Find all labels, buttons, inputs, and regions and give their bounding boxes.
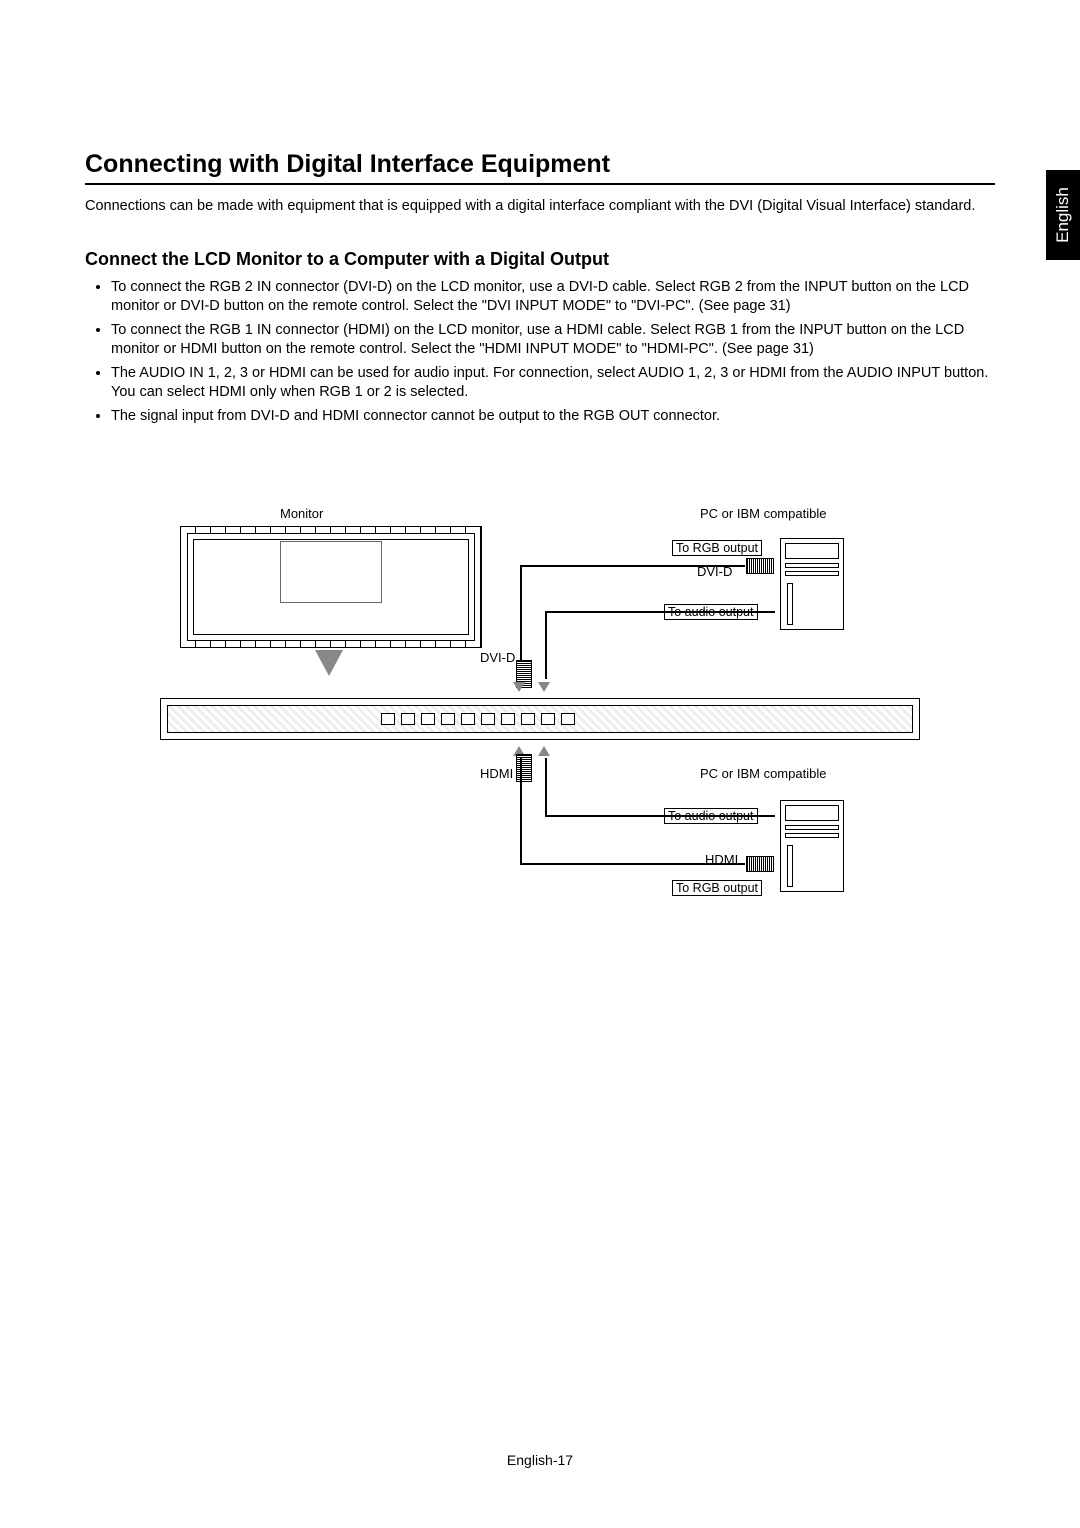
bullet-list: To connect the RGB 2 IN connector (DVI-D…: [85, 278, 995, 427]
pc-tower-icon: [780, 800, 844, 892]
dvi-d-label-left: DVI-D: [480, 650, 515, 665]
arrow-down-icon: [538, 682, 550, 692]
page-footer: English-17: [0, 1452, 1080, 1468]
bullet-item: To connect the RGB 2 IN connector (DVI-D…: [111, 278, 995, 317]
hdmi-connector-icon: [746, 856, 774, 872]
hdmi-label-left: HDMI: [480, 766, 513, 781]
wire-icon: [520, 565, 745, 567]
wire-icon: [545, 611, 547, 679]
pc-tower-icon: [780, 538, 844, 630]
monitor-port-strip-icon: [160, 698, 920, 740]
page-content: Connecting with Digital Interface Equipm…: [0, 0, 1080, 989]
wire-icon: [545, 611, 775, 613]
connection-diagram: Monitor PC or IBM compatible To RGB outp…: [159, 507, 921, 929]
wire-icon: [520, 758, 522, 863]
arrow-up-icon: [538, 746, 550, 756]
bullet-item: The AUDIO IN 1, 2, 3 or HDMI can be used…: [111, 364, 995, 403]
pc-label-bottom: PC or IBM compatible: [700, 766, 826, 781]
dvi-connector-icon: [746, 558, 774, 574]
arrow-down-icon: [315, 650, 343, 676]
to-rgb-output-label: To RGB output: [672, 540, 762, 556]
wire-icon: [545, 758, 547, 816]
intro-paragraph: Connections can be made with equipment t…: [85, 197, 995, 217]
wire-icon: [545, 815, 775, 817]
bullet-item: The signal input from DVI-D and HDMI con…: [111, 407, 995, 427]
to-rgb-output-label: To RGB output: [672, 880, 762, 896]
monitor-label: Monitor: [280, 506, 323, 521]
page-title: Connecting with Digital Interface Equipm…: [85, 150, 995, 185]
pc-label-top: PC or IBM compatible: [700, 506, 826, 521]
bullet-item: To connect the RGB 1 IN connector (HDMI)…: [111, 321, 995, 360]
hdmi-connector-icon: [516, 754, 532, 782]
monitor-back-icon: [180, 526, 482, 648]
wire-icon: [520, 863, 745, 865]
section-subtitle: Connect the LCD Monitor to a Computer wi…: [85, 249, 995, 270]
arrow-down-icon: [513, 682, 525, 692]
